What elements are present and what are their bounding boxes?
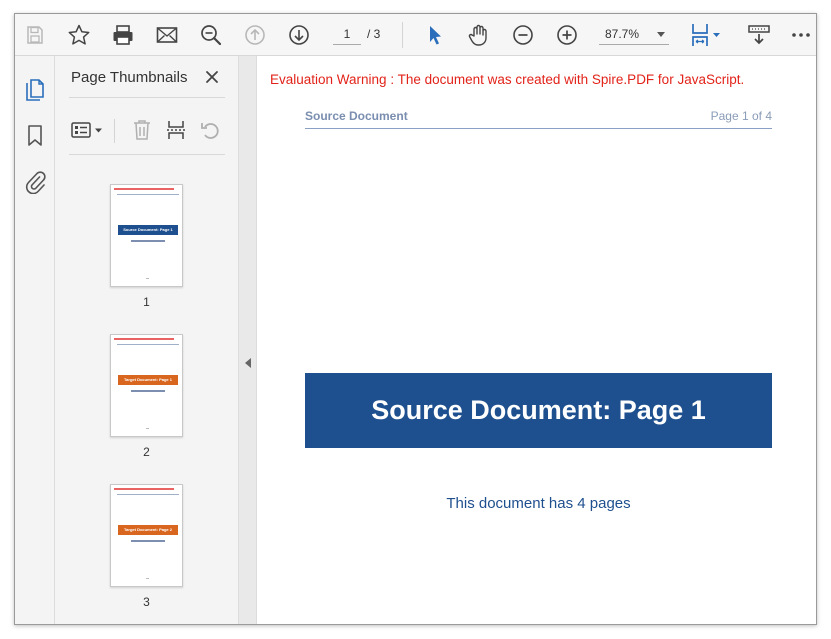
save-icon[interactable] xyxy=(21,21,49,49)
page-banner: Source Document: Page 1 xyxy=(305,373,772,448)
thumb-footer-mark xyxy=(146,428,149,429)
thumbnail-label: 2 xyxy=(143,445,150,459)
panel-tool-divider xyxy=(114,119,115,143)
page-header-title: Source Document xyxy=(305,109,408,123)
attachment-icon[interactable] xyxy=(21,168,49,196)
page-thumbnail-1[interactable]: Source Document: Page 1 xyxy=(110,184,183,287)
thumbnail-label: 1 xyxy=(143,295,150,309)
zoom-value: 87.7% xyxy=(605,27,640,41)
thumbnail-label: 3 xyxy=(143,595,150,609)
thumb-header-line xyxy=(117,344,179,345)
chevron-down-icon xyxy=(657,32,665,37)
thumb-warning-line xyxy=(114,488,174,490)
toolbar-divider xyxy=(402,22,403,48)
thumb-warning-line xyxy=(114,188,174,190)
chevron-left-icon xyxy=(245,358,251,368)
thumb-banner: Target Document: Page 2 xyxy=(118,525,178,535)
panel-divider xyxy=(69,154,225,155)
document-page: Evaluation Warning : The document was cr… xyxy=(257,56,816,624)
thumbnails-panel: Page Thumbnails Source Document: Page 1 … xyxy=(55,56,239,624)
read-mode-icon[interactable] xyxy=(745,21,773,49)
page-thumbnails-icon[interactable] xyxy=(21,76,49,104)
page-header-rule xyxy=(305,128,772,129)
zoom-out-icon[interactable] xyxy=(509,21,537,49)
toolbar: 1 / 3 87.7% xyxy=(15,14,816,56)
thumb-banner: Source Document: Page 1 xyxy=(118,225,178,235)
insert-page-icon[interactable] xyxy=(163,117,189,143)
page-total-label: / 3 xyxy=(367,27,381,41)
thumb-footer-mark xyxy=(146,278,149,279)
next-page-icon[interactable] xyxy=(285,21,313,49)
thumb-warning-line xyxy=(114,338,174,340)
thumb-banner: Target Document: Page 1 xyxy=(118,375,178,385)
page-thumbnail-3[interactable]: Target Document: Page 2 xyxy=(110,484,183,587)
thumb-header-line xyxy=(117,494,179,495)
thumb-footer-mark xyxy=(146,578,149,579)
mail-icon[interactable] xyxy=(153,21,181,49)
thumb-body-line xyxy=(131,540,165,542)
pdf-viewer-window: 1 / 3 87.7% Page Thumbnails Source Docum… xyxy=(14,13,817,625)
navigation-rail xyxy=(15,56,55,624)
evaluation-warning: Evaluation Warning : The document was cr… xyxy=(270,72,745,87)
more-options-icon[interactable] xyxy=(787,21,815,49)
page-body-text: This document has 4 pages xyxy=(446,495,631,512)
hand-tool-icon[interactable] xyxy=(465,21,493,49)
print-icon[interactable] xyxy=(109,21,137,49)
star-icon[interactable] xyxy=(65,21,93,49)
search-icon[interactable] xyxy=(197,21,225,49)
panel-divider xyxy=(69,97,225,98)
bookmark-icon[interactable] xyxy=(21,122,49,150)
thumbnail-options-button[interactable] xyxy=(69,117,107,143)
previous-page-icon[interactable] xyxy=(241,21,269,49)
trash-icon[interactable] xyxy=(129,117,155,143)
page-number-input[interactable]: 1 xyxy=(333,23,361,45)
panel-title: Page Thumbnails xyxy=(71,69,188,86)
page-header-number: Page 1 of 4 xyxy=(710,109,772,123)
thumb-header-line xyxy=(117,194,179,195)
page-thumbnail-2[interactable]: Target Document: Page 1 xyxy=(110,334,183,437)
zoom-dropdown[interactable]: 87.7% xyxy=(599,23,669,45)
select-cursor-icon[interactable] xyxy=(421,21,449,49)
zoom-in-icon[interactable] xyxy=(553,21,581,49)
panel-collapse-handle[interactable] xyxy=(239,56,257,624)
page-display-icon[interactable] xyxy=(687,21,727,49)
rotate-icon[interactable] xyxy=(197,117,223,143)
close-icon[interactable] xyxy=(201,66,223,88)
thumb-body-line xyxy=(131,240,165,242)
thumb-body-line xyxy=(131,390,165,392)
